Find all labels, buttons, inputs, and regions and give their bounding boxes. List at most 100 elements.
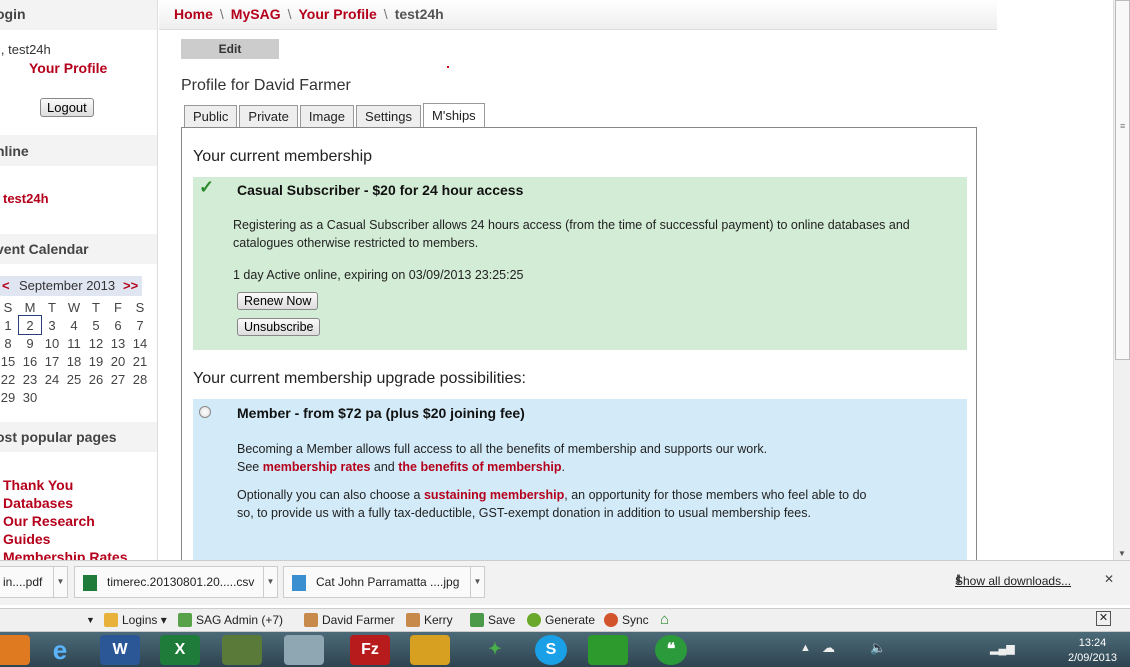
- calendar-day[interactable]: 21: [129, 352, 151, 370]
- download-item[interactable]: in....pdf ▼: [0, 566, 68, 598]
- popular-heading: ost popular pages: [0, 429, 117, 445]
- chevron-down-icon[interactable]: ▼: [470, 567, 484, 597]
- notepad-icon[interactable]: [222, 635, 262, 665]
- chevron-down-icon[interactable]: ▼: [53, 567, 67, 597]
- bookmark-sag-admin[interactable]: SAG Admin (+7): [178, 613, 283, 627]
- hangouts-icon[interactable]: ❝: [655, 635, 687, 665]
- calendar-day[interactable]: 8: [0, 334, 19, 352]
- calendar-grid: S M T W T F S 1 2 3 4 5 6 7 8 9 10 11 12 13 14 15 16 17 18 19 20 21…: [0, 298, 151, 406]
- tab-settings[interactable]: Settings: [356, 105, 422, 127]
- popular-page-link[interactable]: Membership Rates: [0, 548, 127, 560]
- tab-public[interactable]: Public: [184, 105, 238, 127]
- bookmark-generate[interactable]: Generate: [527, 613, 595, 627]
- sustaining-membership-link[interactable]: sustaining membership: [424, 488, 564, 502]
- calendar-day[interactable]: 27: [107, 370, 129, 388]
- calendar-day[interactable]: 2: [18, 315, 42, 335]
- clock-date: 2/09/2013: [1068, 652, 1117, 664]
- popular-page-link[interactable]: Databases: [0, 494, 127, 512]
- close-icon[interactable]: ✕: [1104, 572, 1114, 586]
- calendar-day[interactable]: 12: [85, 334, 107, 352]
- pencil-icon[interactable]: [410, 635, 450, 665]
- skype-icon[interactable]: S: [535, 635, 567, 665]
- calendar-day[interactable]: 13: [107, 334, 129, 352]
- calendar-day[interactable]: 15: [0, 352, 19, 370]
- calendar-day[interactable]: 19: [85, 352, 107, 370]
- calendar-day[interactable]: 29: [0, 388, 19, 406]
- scrollbar-thumb[interactable]: ≡: [1115, 0, 1130, 360]
- show-all-downloads-link[interactable]: Show all downloads...: [955, 574, 1071, 588]
- breadcrumb-your-profile[interactable]: Your Profile: [298, 6, 376, 22]
- tab-mships[interactable]: M'ships: [423, 103, 485, 127]
- chat-bot-icon[interactable]: [588, 635, 628, 665]
- calendar-day[interactable]: 9: [19, 334, 41, 352]
- calendar-day[interactable]: 1: [0, 316, 19, 334]
- hummingbird-icon[interactable]: ✦: [475, 635, 515, 665]
- calendar-day[interactable]: 17: [41, 352, 63, 370]
- sidebar-your-profile-link[interactable]: Your Profile: [29, 60, 107, 76]
- online-user-link[interactable]: test24h: [3, 191, 49, 206]
- upgrade-title: Member - from $72 pa (plus $20 joining f…: [237, 405, 525, 421]
- unsubscribe-button[interactable]: Unsubscribe: [237, 318, 321, 336]
- breadcrumb-home[interactable]: Home: [174, 6, 213, 22]
- edit-button[interactable]: Edit: [181, 39, 279, 59]
- speaker-icon[interactable]: 🔈: [870, 640, 886, 656]
- bookmark-logins[interactable]: Logins ▾: [104, 613, 167, 627]
- save-icon: [470, 613, 484, 627]
- popular-page-link[interactable]: Guides: [0, 530, 127, 548]
- app-icon[interactable]: [0, 635, 30, 665]
- member-radio[interactable]: [199, 406, 211, 418]
- close-icon[interactable]: ✕: [1096, 611, 1111, 626]
- calendar-prev[interactable]: <: [2, 278, 10, 293]
- popular-page-link[interactable]: Thank You: [0, 476, 127, 494]
- contact-icon: [406, 613, 420, 627]
- bookmark-save[interactable]: Save: [470, 613, 515, 627]
- breadcrumb-mysag[interactable]: MySAG: [231, 6, 281, 22]
- membership-rates-link[interactable]: membership rates: [263, 460, 371, 474]
- calendar-day[interactable]: 7: [129, 316, 151, 334]
- calculator-icon[interactable]: [284, 635, 324, 665]
- chevron-down-icon[interactable]: ▼: [263, 567, 277, 597]
- calendar-next[interactable]: >>: [123, 278, 138, 293]
- page-scrollbar[interactable]: ≡ ▼: [1113, 0, 1130, 560]
- calendar-day[interactable]: 5: [85, 316, 107, 334]
- calendar-day[interactable]: 20: [107, 352, 129, 370]
- home-icon[interactable]: ⌂: [660, 611, 669, 628]
- calendar-day[interactable]: 23: [19, 370, 41, 388]
- calendar-heading: vent Calendar: [0, 241, 89, 257]
- bookmark-david-farmer[interactable]: David Farmer: [304, 613, 395, 627]
- calendar-day[interactable]: 30: [19, 388, 41, 406]
- calendar-day[interactable]: 10: [41, 334, 63, 352]
- popular-page-link[interactable]: Our Research: [0, 512, 127, 530]
- calendar-day[interactable]: 25: [63, 370, 85, 388]
- bookmark-kerry[interactable]: Kerry: [406, 613, 453, 627]
- download-item[interactable]: timerec.20130801.20.....csv ▼: [74, 566, 278, 598]
- current-membership-box: ✓ Casual Subscriber - $20 for 24 hour ac…: [193, 177, 967, 350]
- chevron-down-icon[interactable]: ▼: [86, 615, 95, 625]
- calendar-day[interactable]: 18: [63, 352, 85, 370]
- calendar-day[interactable]: 4: [63, 316, 85, 334]
- tab-image[interactable]: Image: [299, 105, 355, 127]
- clock[interactable]: 13:24 2/09/2013: [1068, 636, 1117, 666]
- excel-icon[interactable]: X: [160, 635, 200, 665]
- calendar-day[interactable]: 22: [0, 370, 19, 388]
- logout-button[interactable]: Logout: [40, 98, 94, 117]
- calendar-day[interactable]: 16: [19, 352, 41, 370]
- calendar-day[interactable]: 3: [41, 316, 63, 334]
- red-dot: [447, 66, 449, 68]
- calendar-day[interactable]: 26: [85, 370, 107, 388]
- calendar-day[interactable]: 14: [129, 334, 151, 352]
- word-icon[interactable]: W: [100, 635, 140, 665]
- renew-now-button[interactable]: Renew Now: [237, 292, 319, 310]
- calendar-day[interactable]: 28: [129, 370, 151, 388]
- tab-private[interactable]: Private: [239, 105, 298, 127]
- scroll-down-arrow-icon[interactable]: ▼: [1118, 549, 1126, 558]
- calendar-day[interactable]: 11: [63, 334, 85, 352]
- download-item[interactable]: Cat John Parramatta ....jpg ▼: [283, 566, 485, 598]
- bookmark-sync[interactable]: Sync: [604, 613, 649, 627]
- filezilla-icon[interactable]: Fz: [350, 635, 390, 665]
- calendar-day[interactable]: 24: [41, 370, 63, 388]
- membership-benefits-link[interactable]: the benefits of membership: [398, 460, 561, 474]
- internet-explorer-icon[interactable]: e: [40, 635, 80, 665]
- calendar-day[interactable]: 6: [107, 316, 129, 334]
- tray-arrow-icon[interactable]: ▲: [800, 642, 811, 654]
